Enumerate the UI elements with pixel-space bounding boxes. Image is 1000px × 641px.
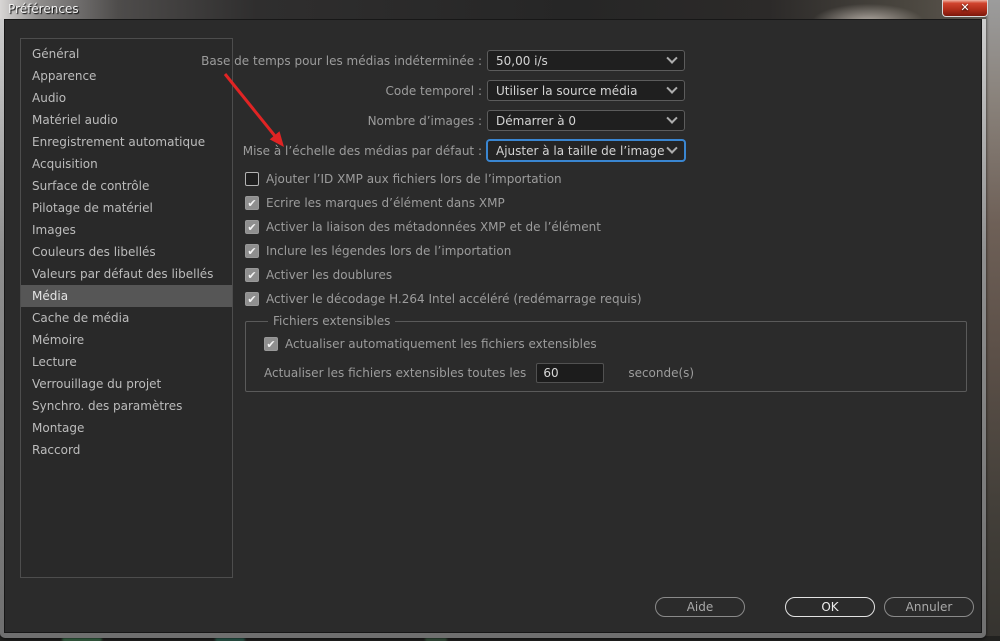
checkbox[interactable]: ✔ bbox=[245, 292, 259, 306]
checkbox-row: ✔ Activer le décodage H.264 Intel accélé… bbox=[245, 289, 642, 309]
sidebar-item[interactable]: Verrouillage du projet bbox=[21, 373, 232, 395]
checkbox-row: ✔ Ajouter l’ID XMP aux fichiers lors de … bbox=[245, 169, 642, 189]
checkmark-icon: ✔ bbox=[247, 245, 257, 258]
checkbox[interactable]: ✔ bbox=[245, 220, 259, 234]
preferences-window: Préférences ✕ Général Apparence Audio Matér… bbox=[0, 0, 988, 638]
sidebar-item[interactable]: Pilotage de matériel bbox=[21, 197, 232, 219]
preference-row: Code temporel : Utiliser la source média bbox=[125, 80, 685, 101]
dialog-button[interactable]: OK bbox=[785, 597, 875, 617]
row-label: Code temporel : bbox=[385, 83, 482, 98]
title-bar: Préférences ✕ bbox=[0, 0, 988, 19]
desktop-background-right bbox=[985, 0, 1000, 641]
close-button[interactable]: ✕ bbox=[942, 0, 988, 17]
dropdown-select[interactable]: Démarrer à 0 bbox=[487, 110, 685, 131]
sidebar-item[interactable]: Média bbox=[21, 285, 232, 307]
sidebar-item[interactable]: Raccord bbox=[21, 439, 232, 461]
row-label: Base de temps pour les médias indétermin… bbox=[201, 53, 482, 68]
dropdown-value: Utiliser la source média bbox=[496, 83, 638, 98]
checkmark-icon: ✔ bbox=[247, 197, 257, 210]
close-icon: ✕ bbox=[960, 1, 970, 14]
sidebar-item[interactable]: Mémoire bbox=[21, 329, 232, 351]
sidebar-item[interactable]: Cache de média bbox=[21, 307, 232, 329]
checkbox-row: ✔ Activer les doublures bbox=[245, 265, 642, 285]
preference-row: Mise à l’échelle des médias par défaut :… bbox=[125, 140, 685, 161]
checkbox-group: ✔ Ajouter l’ID XMP aux fichiers lors de … bbox=[245, 169, 642, 313]
dropdown-select[interactable]: Ajuster à la taille de l’image bbox=[487, 140, 685, 161]
dialog-button[interactable]: Aide bbox=[655, 597, 745, 617]
checkbox-label: Activer la liaison des métadonnées XMP e… bbox=[266, 220, 601, 234]
sidebar-item[interactable]: Montage bbox=[21, 417, 232, 439]
refresh-interval-label: Actualiser les fichiers extensibles tout… bbox=[264, 365, 527, 380]
preference-row: Base de temps pour les médias indétermin… bbox=[125, 50, 685, 71]
checkbox-label: Ecrire les marques d’élément dans XMP bbox=[266, 196, 505, 210]
chevron-down-icon bbox=[666, 142, 678, 154]
row-label: Mise à l’échelle des médias par défaut : bbox=[242, 143, 482, 158]
refresh-interval-row: Actualiser les fichiers extensibles tout… bbox=[264, 362, 966, 383]
checkbox-label: Activer le décodage H.264 Intel accéléré… bbox=[266, 292, 642, 306]
checkbox-row: ✔ Inclure les légendes lors de l’importa… bbox=[245, 241, 642, 261]
preference-row: Nombre d’images : Démarrer à 0 bbox=[125, 110, 685, 131]
sidebar-item[interactable]: Couleurs des libellés bbox=[21, 241, 232, 263]
checkbox[interactable]: ✔ bbox=[245, 244, 259, 258]
checkbox-row: ✔ Activer la liaison des métadonnées XMP… bbox=[245, 217, 642, 237]
refresh-interval-suffix: seconde(s) bbox=[628, 365, 695, 380]
sidebar-item[interactable]: Surface de contrôle bbox=[21, 175, 232, 197]
sidebar-item[interactable]: Synchro. des paramètres bbox=[21, 395, 232, 417]
dialog-content: Général Apparence Audio Matériel audio Enreg… bbox=[4, 19, 982, 633]
dropdown-value: Ajuster à la taille de l’image bbox=[496, 143, 665, 158]
checkbox-row: ✔ Ecrire les marques d’élément dans XMP bbox=[245, 193, 642, 213]
checkbox[interactable]: ✔ bbox=[245, 268, 259, 282]
checkbox[interactable]: ✔ bbox=[264, 337, 278, 351]
sidebar-item[interactable]: Lecture bbox=[21, 351, 232, 373]
refresh-seconds-input[interactable] bbox=[536, 362, 605, 383]
chevron-down-icon bbox=[666, 112, 678, 124]
dropdown-select[interactable]: Utiliser la source média bbox=[487, 80, 685, 101]
chevron-down-icon bbox=[666, 52, 678, 64]
checkbox[interactable]: ✔ bbox=[245, 196, 259, 210]
checkbox-row: ✔ Actualiser automatiquement les fichier… bbox=[264, 334, 966, 354]
checkbox-label: Ajouter l’ID XMP aux fichiers lors de l’… bbox=[266, 172, 562, 186]
dialog-button[interactable]: Annuler bbox=[884, 597, 974, 617]
sidebar-item[interactable]: Images bbox=[21, 219, 232, 241]
window-title: Préférences bbox=[8, 2, 79, 16]
dropdown-value: Démarrer à 0 bbox=[496, 113, 576, 128]
checkmark-icon: ✔ bbox=[247, 173, 256, 186]
dropdown-value: 50,00 i/s bbox=[496, 53, 548, 68]
checkmark-icon: ✔ bbox=[247, 221, 257, 234]
dropdown-rows: Base de temps pour les médias indétermin… bbox=[125, 50, 685, 170]
checkbox-label: Activer les doublures bbox=[266, 268, 393, 282]
checkmark-icon: ✔ bbox=[247, 293, 257, 306]
checkbox[interactable]: ✔ bbox=[245, 172, 259, 186]
dropdown-select[interactable]: 50,00 i/s bbox=[487, 50, 685, 71]
row-label: Nombre d’images : bbox=[367, 113, 482, 128]
checkbox-label: Actualiser automatiquement les fichiers … bbox=[285, 337, 597, 351]
checkbox-label: Inclure les légendes lors de l’importati… bbox=[266, 244, 512, 258]
extensible-files-group: Fichiers extensibles ✔ Actualiser automa… bbox=[245, 314, 967, 392]
checkmark-icon: ✔ bbox=[266, 338, 276, 351]
chevron-down-icon bbox=[666, 82, 678, 94]
dialog-buttons: Aide OK Annuler bbox=[655, 597, 974, 617]
fieldset-legend: Fichiers extensibles bbox=[273, 314, 391, 328]
sidebar-item[interactable]: Valeurs par défaut des libellés bbox=[21, 263, 232, 285]
checkmark-icon: ✔ bbox=[247, 269, 257, 282]
